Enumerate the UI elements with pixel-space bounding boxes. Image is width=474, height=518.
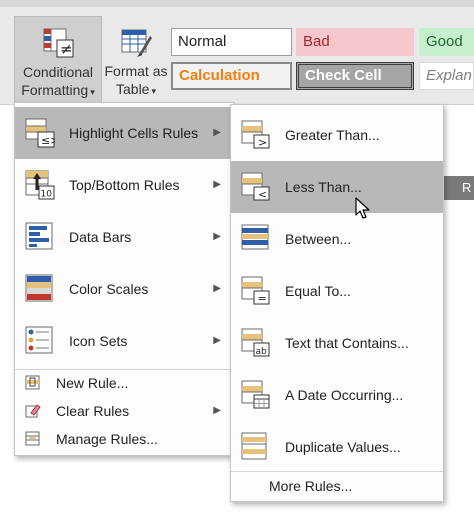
menu-item-label: Icon Sets [69,333,128,349]
chevron-right-icon: ▶ [213,283,221,294]
chevron-right-icon: ▶ [213,127,221,138]
svg-text:≠: ≠ [60,40,73,58]
menu-item-top-bottom-rules[interactable]: 10 Top/Bottom Rules ▶ [15,159,233,211]
conditional-formatting-button[interactable]: ≠ Conditional Formatting ▾ [14,16,102,104]
menu-item-clear-rules[interactable]: Clear Rules ▶ [15,397,233,425]
sheet-column-header: R [440,176,474,200]
format-as-table-icon [121,29,152,57]
chevron-right-icon: ▶ [213,405,221,416]
menu-item-icon-sets[interactable]: Icon Sets ▶ [15,315,233,367]
mouse-pointer-icon [355,197,370,219]
format-as-table-label-1: Format as [104,63,168,79]
ribbon-styles-group: ≠ Conditional Formatting ▾ Format as Tabl… [0,0,474,105]
chevron-down-icon: ▾ [90,87,95,97]
conditional-formatting-icon: ≠ [43,28,74,58]
svg-text:<: < [258,188,267,201]
svg-text:10: 10 [41,190,53,200]
format-as-table-button[interactable]: Format as Table ▾ [104,16,168,102]
menu-item-label: Highlight Cells Rules [69,125,199,141]
chevron-right-icon: ▶ [213,335,221,346]
submenu-item-label: Less Than... [285,179,362,195]
conditional-formatting-label-1: Conditional [22,64,94,80]
menu-item-label: Data Bars [69,229,132,245]
menu-item-label: Top/Bottom Rules [69,177,180,193]
new-rule-icon [25,375,40,390]
menu-item-color-scales[interactable]: Color Scales ▶ [15,263,233,315]
svg-text:ab: ab [256,347,268,357]
style-check-cell[interactable]: Check Cell [296,62,414,90]
style-normal[interactable]: Normal [171,28,292,56]
more-rules-item[interactable]: More Rules... [269,476,352,496]
between-icon [241,224,269,250]
style-bad[interactable]: Bad [296,28,414,56]
menu-item-label: Color Scales [69,281,149,297]
highlight-cells-icon: ≤> [25,118,55,148]
menu-item-manage-rules[interactable]: Manage Rules... [15,425,233,453]
text-contains-icon: ab [241,328,270,357]
submenu-item-greater-than[interactable]: > Greater Than... [231,109,443,161]
menu-item-label: Clear Rules [56,403,130,419]
greater-than-icon: > [241,120,270,149]
conditional-formatting-label-2: Formatting [21,82,89,98]
less-than-icon: < [241,172,270,201]
menu-item-label: New Rule... [56,375,129,391]
clear-rules-icon [25,404,41,418]
duplicate-values-icon [241,432,267,460]
svg-text:=: = [258,292,267,305]
submenu-item-less-than[interactable]: < Less Than... [231,161,443,213]
submenu-item-label: Equal To... [285,283,351,299]
icon-sets-icon [25,326,53,354]
menu-item-new-rule[interactable]: New Rule... [15,369,233,397]
submenu-item-label: A Date Occurring... [285,387,404,403]
submenu-item-label: Greater Than... [285,127,380,143]
svg-text:>: > [258,136,267,149]
menu-item-highlight-cells-rules[interactable]: ≤> Highlight Cells Rules ▶ [15,107,233,159]
submenu-item-label: Duplicate Values... [285,439,401,455]
style-calculation[interactable]: Calculation [171,62,292,90]
menu-separator [231,471,443,472]
data-bars-icon [25,222,53,250]
chevron-right-icon: ▶ [213,179,221,190]
svg-text:≤>: ≤> [41,134,55,147]
submenu-item-equal-to[interactable]: = Equal To... [231,265,443,317]
highlight-cells-submenu: > Greater Than... < Less Than... Between… [230,104,444,502]
submenu-item-date-occurring[interactable]: A Date Occurring... [231,369,443,421]
manage-rules-icon [25,431,40,446]
chevron-down-icon: ▾ [151,86,156,96]
format-as-table-label-2: Table [116,81,150,97]
top-bottom-icon: 10 [25,170,55,200]
menu-item-label: Manage Rules... [56,431,158,447]
style-explanatory[interactable]: Explan [419,62,474,90]
submenu-item-label: Between... [285,231,352,247]
date-occurring-icon [241,380,270,409]
submenu-item-label: Text that Contains... [285,335,409,351]
style-good[interactable]: Good [419,28,474,56]
color-scales-icon [25,274,53,302]
submenu-item-between[interactable]: Between... [231,213,443,265]
conditional-formatting-menu: ≤> Highlight Cells Rules ▶ 10 Top/Bottom… [14,102,234,456]
equal-to-icon: = [241,276,270,305]
ribbon-top-edge [0,0,474,7]
submenu-item-duplicate-values[interactable]: Duplicate Values... [231,421,443,473]
chevron-right-icon: ▶ [213,231,221,242]
menu-item-data-bars[interactable]: Data Bars ▶ [15,211,233,263]
submenu-item-text-contains[interactable]: ab Text that Contains... [231,317,443,369]
